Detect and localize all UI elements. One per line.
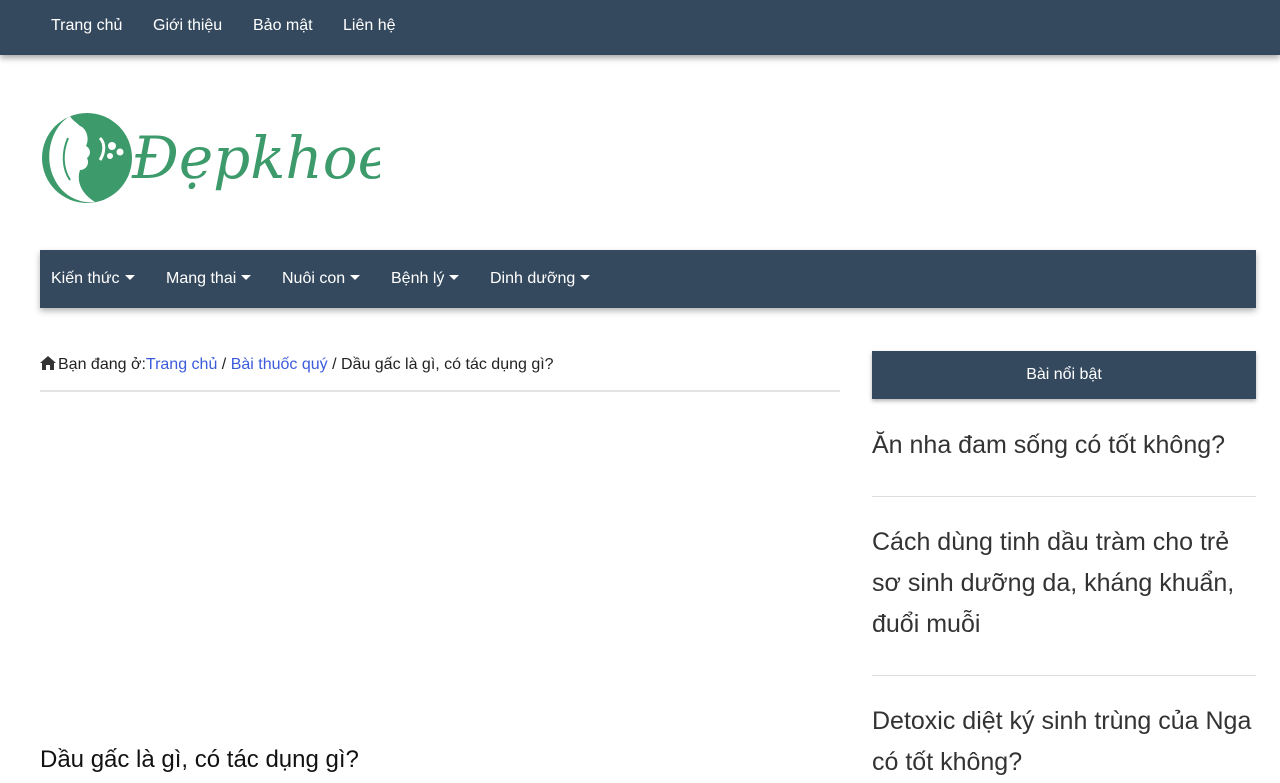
nav-diseases[interactable]: Bệnh lý bbox=[391, 270, 460, 288]
article-title: Dầu gấc là gì, có tác dụng gì? bbox=[40, 746, 359, 773]
breadcrumb-category-link[interactable]: Bài thuốc quý bbox=[231, 356, 328, 373]
caret-down-icon bbox=[241, 274, 252, 280]
nav-knowledge[interactable]: Kiến thức bbox=[51, 270, 135, 288]
topnav-contact-link[interactable]: Liên hệ bbox=[343, 17, 396, 35]
site-logo[interactable]: Đẹpkhoe bbox=[40, 108, 392, 208]
breadcrumb: Bạn đang ở:Trang chủ / Bài thuốc quý / D… bbox=[40, 356, 840, 392]
logo-emblem-icon: Đẹpkhoe bbox=[42, 113, 392, 203]
home-icon bbox=[40, 356, 56, 370]
caret-down-icon bbox=[350, 274, 361, 280]
svg-text:Đẹpkhoe: Đẹpkhoe bbox=[131, 124, 380, 192]
breadcrumb-home-link[interactable]: Trang chủ bbox=[146, 356, 217, 373]
caret-down-icon bbox=[124, 274, 135, 280]
sidebar-divider bbox=[872, 675, 1256, 676]
breadcrumb-prefix: Bạn đang ở: bbox=[58, 356, 146, 373]
nav-pregnancy[interactable]: Mang thai bbox=[166, 270, 252, 288]
top-navbar: Trang chủ Giới thiệu Bảo mật Liên hệ bbox=[0, 0, 1280, 55]
breadcrumb-separator: / bbox=[327, 356, 341, 373]
breadcrumb-separator: / bbox=[217, 356, 231, 373]
nav-pregnancy-label: Mang thai bbox=[166, 270, 237, 287]
nav-knowledge-label: Kiến thức bbox=[51, 270, 120, 287]
caret-down-icon bbox=[580, 274, 591, 280]
sidebar-post-link[interactable]: Ăn nha đam sống có tốt không? bbox=[872, 425, 1256, 466]
topnav-home-link[interactable]: Trang chủ bbox=[51, 17, 122, 35]
main-navbar: Kiến thức Mang thai Nuôi con Bệnh lý Din… bbox=[40, 250, 1256, 308]
nav-nutrition-label: Dinh dưỡng bbox=[490, 270, 576, 287]
sidebar-heading: Bài nổi bật bbox=[872, 351, 1256, 399]
sidebar-post-link[interactable]: Detoxic diệt ký sinh trùng của Nga có tố… bbox=[872, 701, 1256, 783]
topnav-about-link[interactable]: Giới thiệu bbox=[153, 17, 222, 35]
nav-diseases-label: Bệnh lý bbox=[391, 270, 445, 287]
nav-parenting-label: Nuôi con bbox=[282, 270, 346, 287]
breadcrumb-current: Dầu gấc là gì, có tác dụng gì? bbox=[340, 356, 554, 373]
sidebar-post-link[interactable]: Cách dùng tinh dầu tràm cho trẻ sơ sinh … bbox=[872, 522, 1256, 645]
sidebar-divider bbox=[872, 496, 1256, 497]
caret-down-icon bbox=[449, 274, 460, 280]
nav-parenting[interactable]: Nuôi con bbox=[282, 270, 361, 288]
topnav-privacy-link[interactable]: Bảo mật bbox=[253, 17, 313, 35]
nav-nutrition[interactable]: Dinh dưỡng bbox=[490, 270, 591, 288]
